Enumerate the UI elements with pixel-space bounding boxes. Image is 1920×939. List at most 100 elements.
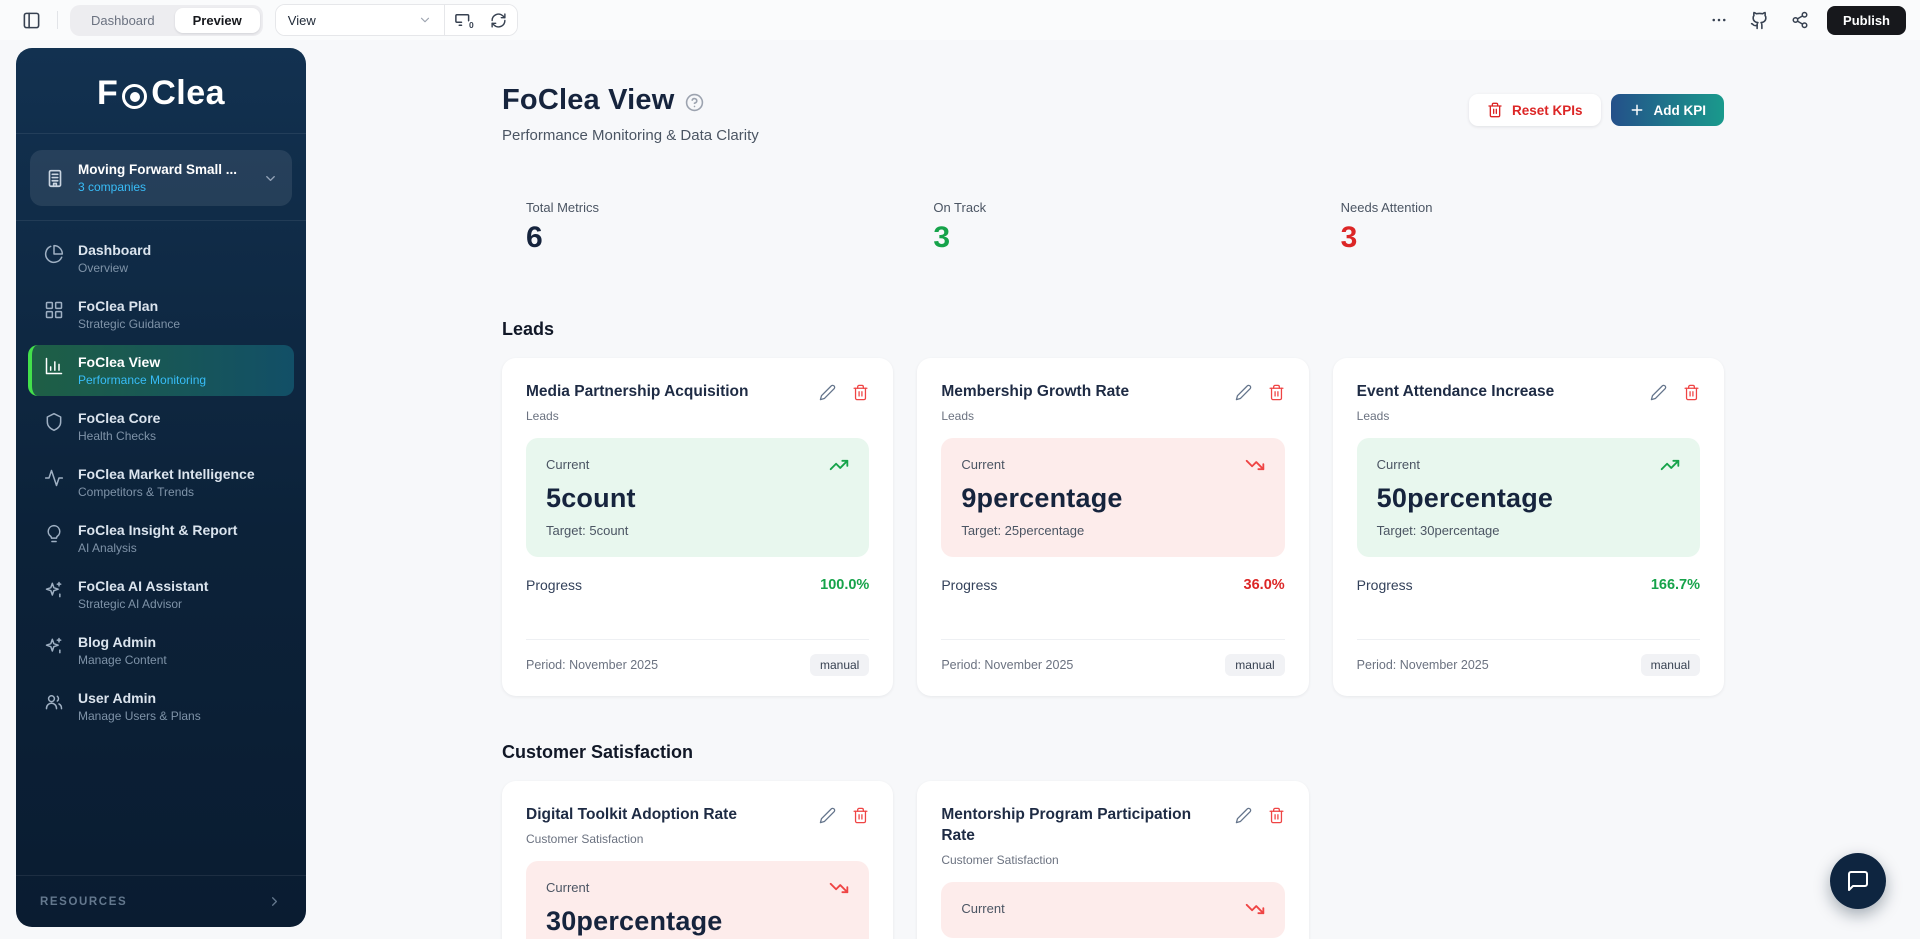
current-label: Current bbox=[1377, 457, 1420, 472]
stat-label: Needs Attention bbox=[1341, 200, 1724, 215]
edit-kpi-button[interactable] bbox=[819, 807, 836, 824]
customer-satisfaction-cards-grid: Digital Toolkit Adoption Rate Customer S… bbox=[502, 781, 1724, 939]
kpi-period: Period: November 2025 bbox=[941, 658, 1073, 672]
kpi-card-membership-growth: Membership Growth Rate Leads Current 9pe… bbox=[917, 358, 1308, 696]
chat-button[interactable] bbox=[1830, 853, 1886, 909]
manual-badge: manual bbox=[1641, 654, 1700, 676]
main-content: FoClea View Performance Monitoring & Dat… bbox=[306, 40, 1920, 939]
target-value: Target: 25percentage bbox=[961, 523, 1264, 538]
sidebar-item-sub: Strategic AI Advisor bbox=[78, 597, 208, 611]
topbar: Dashboard Preview View 0 bbox=[0, 0, 1920, 40]
kpi-period: Period: November 2025 bbox=[526, 658, 658, 672]
chevron-down-icon bbox=[263, 171, 278, 186]
stat-label: On Track bbox=[933, 200, 1316, 215]
current-label: Current bbox=[961, 901, 1004, 916]
progress-label: Progress bbox=[526, 577, 582, 593]
target-value: Target: 30percentage bbox=[1377, 523, 1680, 538]
github-button[interactable] bbox=[1746, 7, 1773, 34]
topbar-divider bbox=[57, 11, 58, 29]
sidebar-nav: DashboardOverview FoClea PlanStrategic G… bbox=[16, 221, 306, 732]
company-selector[interactable]: Moving Forward Small ... 3 companies bbox=[30, 150, 292, 206]
help-button[interactable] bbox=[685, 93, 704, 112]
stat-on-track: On Track 3 bbox=[909, 200, 1316, 255]
sparkles-icon bbox=[44, 636, 64, 656]
view-dropdown-value: View bbox=[288, 13, 316, 28]
sidebar-item-foclea-view[interactable]: FoClea ViewPerformance Monitoring bbox=[28, 345, 294, 396]
trending-up-icon bbox=[1660, 455, 1680, 475]
activity-icon bbox=[44, 468, 64, 488]
pencil-icon bbox=[819, 807, 836, 824]
logo-text-post: Clea bbox=[151, 74, 225, 113]
edit-kpi-button[interactable] bbox=[1235, 384, 1252, 401]
sidebar-item-blog-admin[interactable]: Blog AdminManage Content bbox=[28, 625, 294, 676]
manual-badge: manual bbox=[810, 654, 869, 676]
sidebar-item-label: FoClea Core bbox=[78, 410, 160, 426]
logo-eye-icon bbox=[122, 84, 147, 109]
current-label: Current bbox=[546, 880, 589, 895]
panel-left-icon bbox=[22, 11, 41, 30]
sidebar-toggle-button[interactable] bbox=[18, 7, 45, 34]
reset-kpis-button[interactable]: Reset KPIs bbox=[1469, 94, 1601, 126]
stat-value: 6 bbox=[526, 221, 909, 255]
section-title-customer-satisfaction: Customer Satisfaction bbox=[502, 742, 1724, 763]
kpi-title: Event Attendance Increase bbox=[1357, 382, 1555, 403]
progress-label: Progress bbox=[1357, 577, 1413, 593]
sidebar-item-label: FoClea Market Intelligence bbox=[78, 466, 255, 482]
sidebar-item-insight-report[interactable]: FoClea Insight & ReportAI Analysis bbox=[28, 513, 294, 564]
sidebar-item-sub: Competitors & Trends bbox=[78, 485, 255, 499]
sparkles-icon bbox=[44, 580, 64, 600]
delete-kpi-button[interactable] bbox=[1268, 384, 1285, 401]
sidebar-item-sub: Strategic Guidance bbox=[78, 317, 180, 331]
share-button[interactable] bbox=[1787, 7, 1813, 33]
manual-badge: manual bbox=[1225, 654, 1284, 676]
company-name: Moving Forward Small ... bbox=[78, 162, 237, 177]
view-toolbar-group: View 0 bbox=[275, 4, 518, 36]
progress-value: 166.7% bbox=[1651, 577, 1700, 593]
kpi-title: Digital Toolkit Adoption Rate bbox=[526, 805, 737, 826]
kpi-category: Customer Satisfaction bbox=[941, 853, 1284, 867]
delete-kpi-button[interactable] bbox=[852, 807, 869, 824]
current-value: 30percentage bbox=[546, 906, 849, 937]
trending-down-icon bbox=[829, 878, 849, 898]
trending-down-icon bbox=[1245, 455, 1265, 475]
tab-dashboard[interactable]: Dashboard bbox=[73, 8, 173, 33]
building-icon bbox=[44, 167, 66, 189]
progress-value: 100.0% bbox=[820, 577, 869, 593]
add-kpi-button[interactable]: Add KPI bbox=[1611, 94, 1725, 126]
app-logo: F Clea bbox=[16, 48, 306, 134]
stat-value: 3 bbox=[933, 221, 1316, 255]
console-button[interactable]: 0 bbox=[445, 5, 481, 35]
edit-kpi-button[interactable] bbox=[1650, 384, 1667, 401]
sidebar-item-label: FoClea AI Assistant bbox=[78, 578, 208, 594]
view-dropdown[interactable]: View bbox=[276, 5, 444, 35]
kpi-title: Media Partnership Acquisition bbox=[526, 382, 749, 403]
progress-value: 36.0% bbox=[1244, 577, 1285, 593]
trash-icon bbox=[1487, 102, 1503, 118]
pencil-icon bbox=[819, 384, 836, 401]
delete-kpi-button[interactable] bbox=[1683, 384, 1700, 401]
refresh-button[interactable] bbox=[481, 5, 517, 35]
github-icon bbox=[1750, 11, 1769, 30]
delete-kpi-button[interactable] bbox=[852, 384, 869, 401]
kpi-category: Leads bbox=[1357, 409, 1700, 423]
resources-expander[interactable]: RESOURCES bbox=[16, 875, 306, 927]
edit-kpi-button[interactable] bbox=[819, 384, 836, 401]
sidebar-item-ai-assistant[interactable]: FoClea AI Assistant Strategic AI Advisor bbox=[28, 569, 294, 620]
current-value: 50percentage bbox=[1377, 483, 1680, 514]
delete-kpi-button[interactable] bbox=[1268, 807, 1285, 824]
more-options-button[interactable] bbox=[1706, 7, 1732, 33]
trash-icon bbox=[1268, 807, 1285, 824]
sidebar-item-dashboard[interactable]: DashboardOverview bbox=[28, 233, 294, 284]
sidebar-item-foclea-plan[interactable]: FoClea PlanStrategic Guidance bbox=[28, 289, 294, 340]
publish-button[interactable]: Publish bbox=[1827, 6, 1906, 35]
chevron-down-icon bbox=[418, 13, 432, 27]
reset-kpis-label: Reset KPIs bbox=[1512, 103, 1583, 118]
sidebar-item-market-intelligence[interactable]: FoClea Market Intelligence Competitors & … bbox=[28, 457, 294, 508]
trash-icon bbox=[852, 807, 869, 824]
kpi-category: Leads bbox=[941, 409, 1284, 423]
sidebar-item-sub: Manage Users & Plans bbox=[78, 709, 201, 723]
tab-preview[interactable]: Preview bbox=[175, 8, 260, 33]
sidebar-item-user-admin[interactable]: User AdminManage Users & Plans bbox=[28, 681, 294, 732]
sidebar-item-foclea-core[interactable]: FoClea CoreHealth Checks bbox=[28, 401, 294, 452]
edit-kpi-button[interactable] bbox=[1235, 807, 1252, 824]
